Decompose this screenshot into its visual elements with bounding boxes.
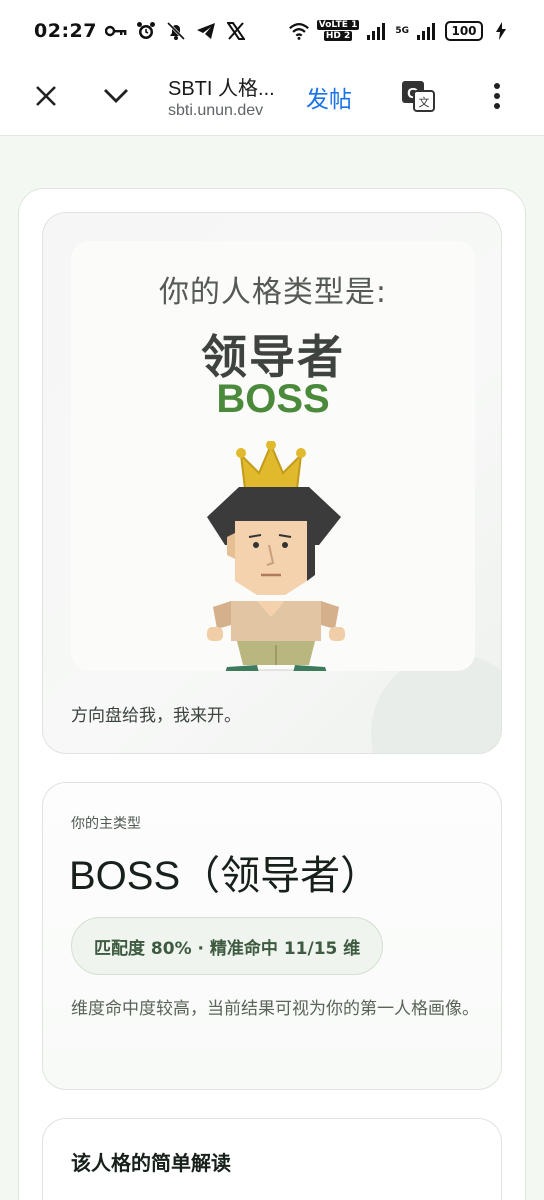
svg-text:文: 文 (419, 95, 430, 109)
translate-button[interactable]: G文 (398, 78, 438, 118)
notifications-off-icon (165, 20, 187, 42)
close-icon (35, 85, 57, 111)
status-bar: 02:27 VoLTE 1 HD 2 5G 100 (0, 0, 544, 62)
telegram-icon (195, 20, 217, 42)
close-button[interactable] (26, 78, 66, 118)
wifi-icon (288, 20, 310, 42)
expand-button[interactable] (96, 78, 136, 118)
more-vert-icon (493, 83, 501, 113)
battery-indicator: 100 (445, 21, 483, 41)
main-type-label: 你的主类型 (71, 816, 141, 832)
signal-icon-2 (416, 20, 438, 42)
main-type-card: 你的主类型 BOSS（领导者） 匹配度 80% · 精准命中 11/15 维 维… (42, 782, 502, 1090)
status-time: 02:27 (34, 20, 97, 42)
result-hero-card: 你的人格类型是: 领导者 BOSS 方向盘给我，我来开。 (42, 212, 502, 754)
page-title[interactable]: SBTI 人格... (168, 72, 275, 101)
more-options-button[interactable] (477, 78, 517, 118)
charging-icon (490, 20, 512, 42)
interpretation-card: 该人格的简单解读 (42, 1118, 502, 1200)
browser-toolbar: SBTI 人格... sbti.unun.dev 发帖 G文 (0, 62, 544, 136)
translate-icon: G文 (401, 80, 435, 116)
hero-prompt: 你的人格类型是: (158, 275, 388, 310)
network-5g-label: 5G (395, 25, 409, 36)
boss-character-illustration (203, 440, 353, 671)
post-button[interactable]: 发帖 (306, 80, 352, 114)
personality-image: 你的人格类型是: 领导者 BOSS (71, 241, 475, 671)
signal-icon (366, 20, 388, 42)
hero-type-name-en: BOSS (216, 377, 330, 421)
x-logo-icon (225, 20, 247, 42)
main-type-description: 维度命中度较高，当前结果可视为你的第一人格画像。 (71, 999, 479, 1019)
chevron-down-icon (103, 88, 129, 108)
match-badge: 匹配度 80% · 精准命中 11/15 维 (71, 917, 384, 975)
interpretation-title: 该人格的简单解读 (71, 1151, 231, 1175)
key-icon (104, 20, 127, 42)
main-type-title: BOSS（领导者） (69, 854, 381, 898)
volte-badge: VoLTE 1 HD 2 (316, 20, 360, 41)
page-url[interactable]: sbti.unun.dev (168, 102, 263, 120)
alarm-icon (135, 20, 157, 42)
hero-tagline: 方向盘给我，我来开。 (71, 706, 241, 726)
